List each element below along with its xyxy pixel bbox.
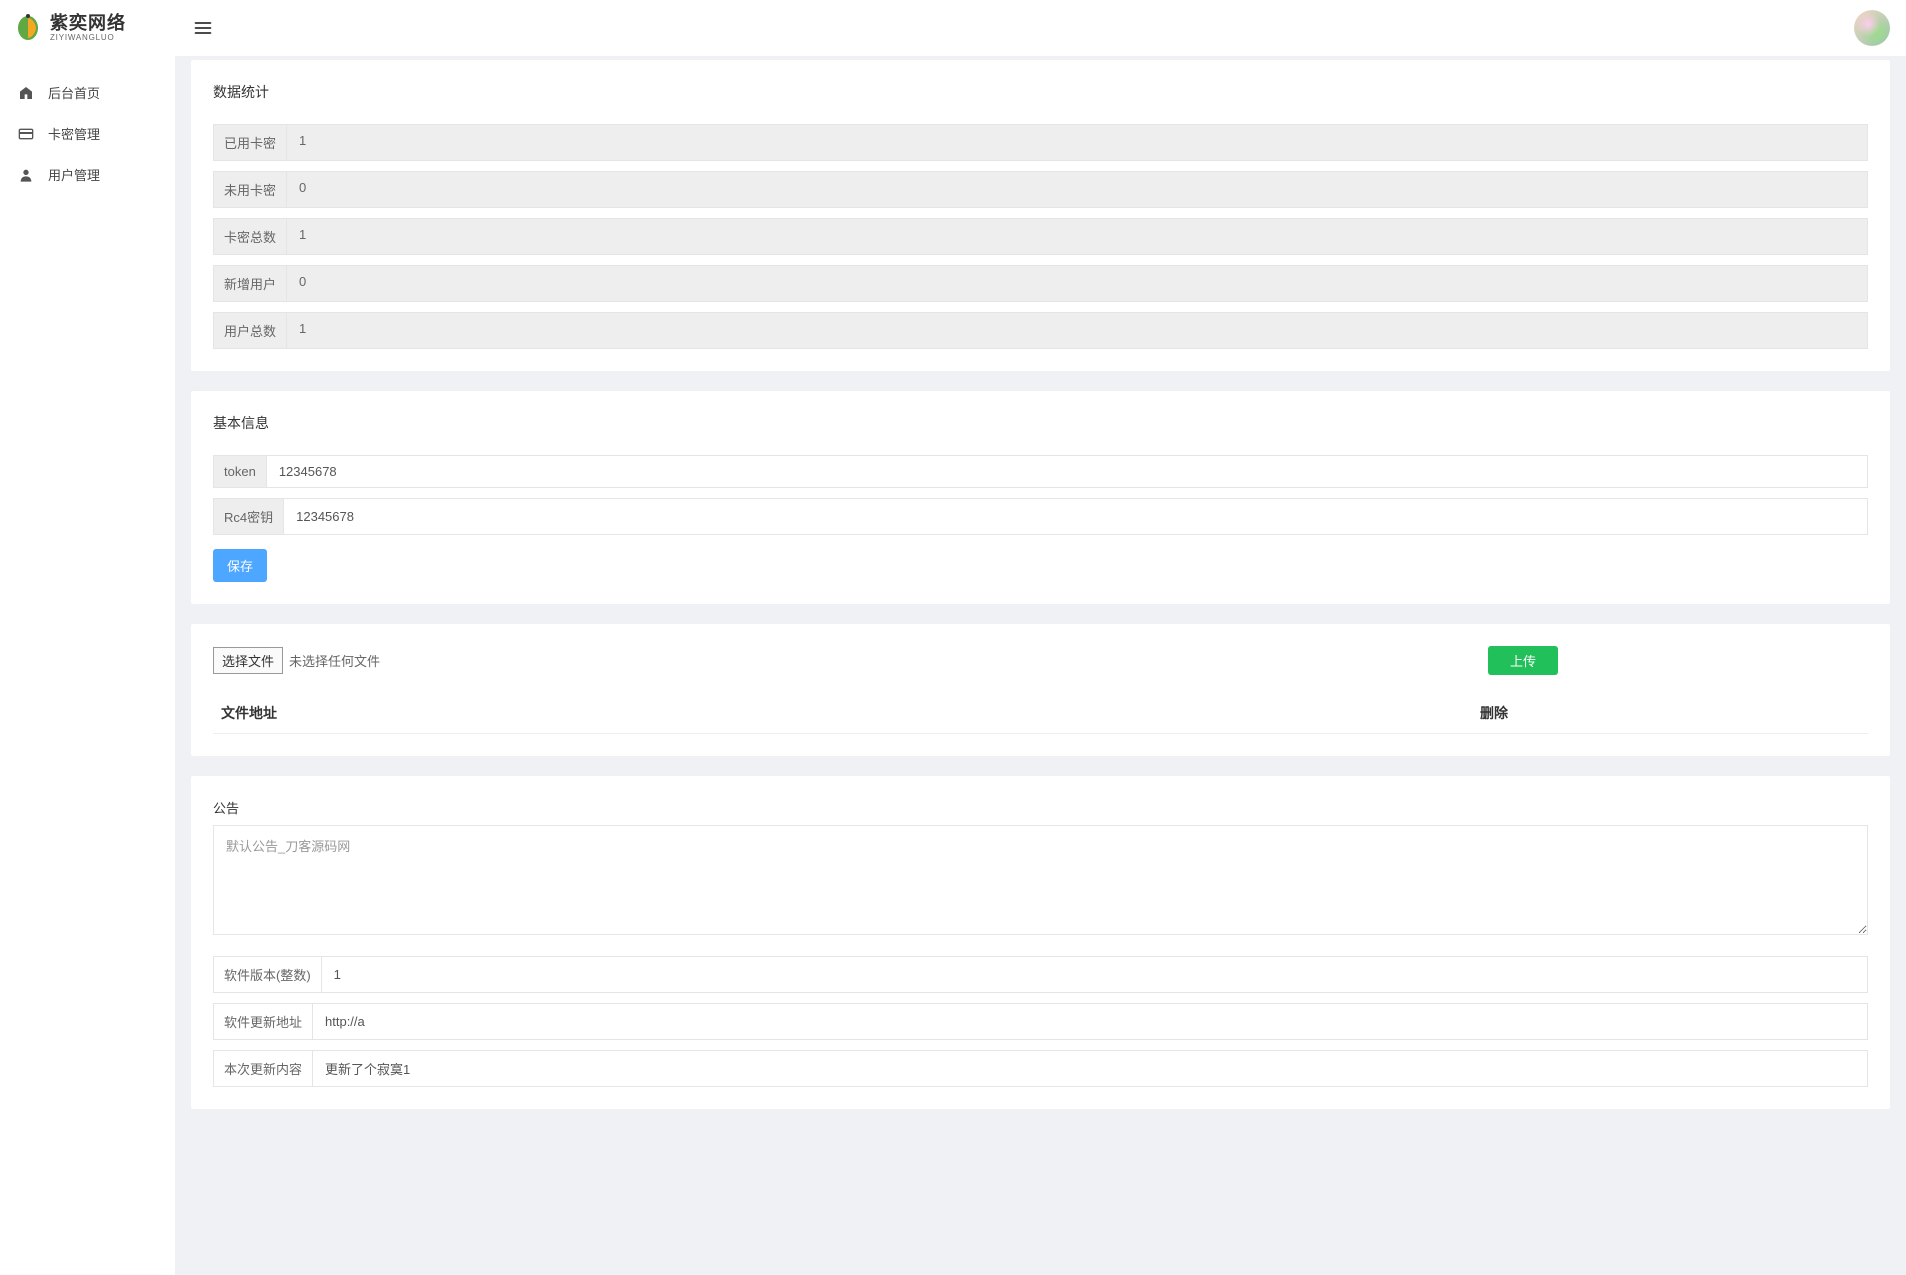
basic-info-card: 基本信息 token Rc4密钥 保存 (191, 391, 1890, 604)
version-input[interactable] (321, 956, 1868, 993)
sidebar-item-user[interactable]: 用户管理 (0, 154, 175, 195)
card-icon (18, 126, 34, 142)
stat-label: 新增用户 (213, 265, 286, 302)
avatar[interactable] (1854, 10, 1890, 46)
version-label: 软件版本(整数) (213, 956, 321, 993)
logo-title: 紫奕网络 (50, 14, 126, 32)
stat-value: 1 (286, 218, 1868, 255)
upload-card: 选择文件 未选择任何文件 上传 文件地址 删除 (191, 624, 1890, 756)
stat-label: 用户总数 (213, 312, 286, 349)
rc4-input[interactable] (283, 498, 1868, 535)
sidebar-item-label: 用户管理 (48, 165, 100, 184)
stat-label: 未用卡密 (213, 171, 286, 208)
file-status: 未选择任何文件 (289, 651, 380, 670)
save-button[interactable]: 保存 (213, 549, 267, 582)
stat-value: 1 (286, 312, 1868, 349)
stat-row: 新增用户 0 (213, 265, 1868, 302)
stat-row: 用户总数 1 (213, 312, 1868, 349)
nav-list: 后台首页 卡密管理 用户管理 (0, 56, 175, 195)
choose-file-button[interactable]: 选择文件 (213, 647, 283, 674)
home-icon (18, 85, 34, 101)
stat-value: 0 (286, 171, 1868, 208)
stats-card: 数据统计 已用卡密 1 未用卡密 0 卡密总数 1 新增用户 (191, 60, 1890, 371)
stat-row: 未用卡密 0 (213, 171, 1868, 208)
update-content-label: 本次更新内容 (213, 1050, 312, 1087)
sidebar-item-home[interactable]: 后台首页 (0, 72, 175, 113)
stat-row: 已用卡密 1 (213, 124, 1868, 161)
update-url-label: 软件更新地址 (213, 1003, 312, 1040)
sidebar-item-label: 后台首页 (48, 83, 100, 102)
sidebar-item-card[interactable]: 卡密管理 (0, 113, 175, 154)
notice-textarea[interactable] (213, 825, 1868, 935)
logo-subtitle: ZIYIWANGLUO (50, 34, 126, 42)
logo-icon (12, 12, 44, 44)
stat-value: 1 (286, 124, 1868, 161)
sidebar-item-label: 卡密管理 (48, 124, 100, 143)
logo: 紫奕网络 ZIYIWANGLUO (0, 0, 175, 56)
file-table-header: 文件地址 删除 (213, 693, 1868, 734)
user-icon (18, 167, 34, 183)
menu-toggle-icon[interactable] (191, 16, 215, 40)
sidebar: 紫奕网络 ZIYIWANGLUO 后台首页 卡密管理 (0, 0, 175, 1275)
stat-value: 0 (286, 265, 1868, 302)
rc4-label: Rc4密钥 (213, 498, 283, 535)
notice-card: 公告 软件版本(整数) 软件更新地址 本次更新内容 (191, 776, 1890, 1109)
token-label: token (213, 455, 266, 488)
upload-button[interactable]: 上传 (1488, 646, 1558, 675)
stats-title: 数据统计 (213, 82, 1868, 102)
stat-label: 卡密总数 (213, 218, 286, 255)
topbar (175, 0, 1906, 56)
col-delete: 删除 (1480, 703, 1860, 723)
stat-row: 卡密总数 1 (213, 218, 1868, 255)
update-url-input[interactable] (312, 1003, 1868, 1040)
notice-label: 公告 (213, 798, 1868, 817)
basic-info-title: 基本信息 (213, 413, 1868, 433)
update-content-input[interactable] (312, 1050, 1868, 1087)
col-file-address: 文件地址 (221, 703, 1480, 723)
token-input[interactable] (266, 455, 1868, 488)
stat-label: 已用卡密 (213, 124, 286, 161)
